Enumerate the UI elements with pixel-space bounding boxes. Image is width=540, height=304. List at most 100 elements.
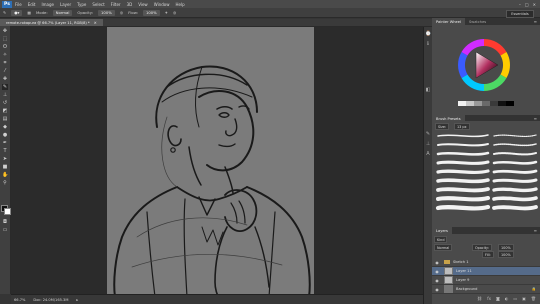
healing-brush-tool-icon[interactable]: ✚ xyxy=(2,76,8,82)
menu-window[interactable]: Window xyxy=(154,2,170,7)
zoom-tool-icon[interactable]: ⚲ xyxy=(2,180,8,186)
tab-painter-wheel[interactable]: Painter Wheel xyxy=(432,18,465,25)
document-canvas[interactable] xyxy=(107,27,314,298)
workspace-select[interactable]: Essentials xyxy=(506,10,534,18)
crop-tool-icon[interactable]: ⌗ xyxy=(2,60,8,66)
pressure-opacity-icon[interactable]: ◎ xyxy=(120,10,123,15)
history-brush-tool-icon[interactable]: ↺ xyxy=(2,100,8,106)
layer-row[interactable]: ◉ Background 🔒 xyxy=(432,285,540,294)
mode-select[interactable]: Normal xyxy=(52,9,73,16)
menu-filter[interactable]: Filter xyxy=(111,2,121,7)
layer-kind-filter[interactable]: Kind xyxy=(434,236,448,243)
brush-panel-toggle-icon[interactable]: ▦ xyxy=(27,10,31,15)
layer-name[interactable]: Layer 11 xyxy=(456,269,472,273)
hand-tool-icon[interactable]: ✋ xyxy=(2,172,8,178)
clone-stamp-tool-icon[interactable]: ⊥ xyxy=(2,92,8,98)
delete-layer-icon[interactable]: 🗑 xyxy=(531,296,536,304)
layer-row[interactable]: ◉ Layer 9 xyxy=(432,276,540,285)
lasso-tool-icon[interactable]: ʘ xyxy=(2,44,8,50)
adjustment-layer-icon[interactable]: ◐ xyxy=(505,296,509,304)
menu-view[interactable]: View xyxy=(138,2,148,7)
add-mask-icon[interactable]: ◙ xyxy=(496,296,500,304)
brush-stroke-list[interactable] xyxy=(432,131,540,231)
new-layer-icon[interactable]: ▣ xyxy=(522,296,526,304)
brush-size-value[interactable]: 13 px xyxy=(454,123,470,130)
history-panel-icon[interactable]: ⌚ xyxy=(425,31,431,37)
visibility-eye-icon[interactable]: ◉ xyxy=(434,278,440,283)
gradient-tool-icon[interactable]: ▤ xyxy=(2,116,8,122)
status-bar: 66.7% Doc: 24.0M/165.3M ▸ xyxy=(11,294,423,304)
menu-image[interactable]: Image xyxy=(41,2,54,7)
menu-3d[interactable]: 3D xyxy=(127,2,133,7)
opacity-label: Opacity: xyxy=(77,10,93,15)
zoom-level[interactable]: 66.7% xyxy=(14,298,25,302)
brush-tool-icon[interactable]: ✎ xyxy=(3,10,6,15)
clone-source-panel-icon[interactable]: ⊥ xyxy=(425,141,431,147)
properties-panel-icon[interactable]: ℹ xyxy=(425,41,431,47)
blur-tool-icon[interactable]: ◆ xyxy=(2,124,8,130)
foreground-background-colors[interactable] xyxy=(1,205,11,215)
layer-opacity-field[interactable]: 100% xyxy=(498,244,514,251)
color-wheel[interactable] xyxy=(432,25,540,115)
status-menu-arrow-icon[interactable]: ▸ xyxy=(76,298,78,302)
close-button[interactable]: ✕ xyxy=(533,2,536,7)
opacity-field[interactable]: 100% xyxy=(98,9,115,16)
blend-mode-select[interactable]: Normal xyxy=(434,244,453,251)
menu-select[interactable]: Select xyxy=(92,2,104,7)
tab-layers[interactable]: Layers xyxy=(432,227,452,234)
panel-menu-icon[interactable]: ≡ xyxy=(534,19,537,24)
marquee-tool-icon[interactable]: ⬚ xyxy=(2,36,8,42)
document-size[interactable]: Doc: 24.0M/165.3M xyxy=(33,298,68,302)
visibility-eye-icon[interactable]: ◉ xyxy=(434,269,440,274)
layer-name[interactable]: Layer 9 xyxy=(456,278,469,282)
shape-tool-icon[interactable]: ■ xyxy=(2,164,8,170)
layer-thumbnail xyxy=(444,276,453,284)
type-tool-icon[interactable]: T xyxy=(2,148,8,154)
brush-panel-icon[interactable]: ✎ xyxy=(425,131,431,137)
minimize-button[interactable]: – xyxy=(519,2,521,7)
brush-size-picker[interactable]: ●▾ xyxy=(11,9,23,16)
character-panel-icon[interactable]: A xyxy=(425,151,431,157)
visibility-eye-icon[interactable]: ◉ xyxy=(434,287,440,292)
right-panels: Painter Wheel Swatches ≡ Brush Presets ≡… xyxy=(432,18,540,304)
menu-edit[interactable]: Edit xyxy=(28,2,36,7)
maximize-button[interactable]: □ xyxy=(525,2,529,7)
layer-name[interactable]: Background xyxy=(456,287,477,291)
layers-panel-menu-icon[interactable]: ≡ xyxy=(534,228,537,233)
layer-style-icon[interactable]: fx xyxy=(487,296,491,304)
menu-help[interactable]: Help xyxy=(175,2,184,7)
layer-name[interactable]: Sketch 1 xyxy=(453,260,469,264)
layer-row[interactable]: ◉ Sketch 1 xyxy=(432,258,540,267)
layer-row[interactable]: ◉ Layer 11 xyxy=(432,267,540,276)
document-tab[interactable]: remote-rokapura @ 66.7% (Layer 11, RGB/8… xyxy=(0,19,103,26)
pressure-size-icon[interactable]: ◎ xyxy=(173,10,176,15)
path-select-tool-icon[interactable]: ➤ xyxy=(2,156,8,162)
menu-file[interactable]: File xyxy=(15,2,22,7)
pen-tool-icon[interactable]: ✒ xyxy=(2,140,8,146)
flow-field[interactable]: 100% xyxy=(142,9,160,16)
airbrush-icon[interactable]: ✈ xyxy=(165,10,168,15)
color-wheel-panel xyxy=(432,25,540,115)
eraser-tool-icon[interactable]: ◩ xyxy=(2,108,8,114)
tab-swatches[interactable]: Swatches xyxy=(465,18,490,25)
close-tab-icon[interactable]: ✕ xyxy=(94,21,97,25)
quick-select-tool-icon[interactable]: ✧ xyxy=(2,52,8,58)
group-folder-icon xyxy=(444,260,450,264)
mode-label: Mode: xyxy=(36,10,48,15)
menu-layer[interactable]: Layer xyxy=(60,2,71,7)
navigator-panel-icon[interactable]: ◧ xyxy=(425,87,431,93)
layer-fill-field[interactable]: 100% xyxy=(498,251,514,258)
link-layers-icon[interactable]: ⛓ xyxy=(477,296,482,304)
dodge-tool-icon[interactable]: ● xyxy=(2,132,8,138)
lock-icon: 🔒 xyxy=(531,287,536,291)
brush-tool-icon[interactable]: ✎ xyxy=(2,84,8,90)
screen-mode-icon[interactable]: ▭ xyxy=(2,227,8,233)
eyedropper-tool-icon[interactable]: ⁄ xyxy=(2,68,8,74)
new-group-icon[interactable]: ▭ xyxy=(513,296,517,304)
move-tool-icon[interactable]: ✥ xyxy=(2,28,8,34)
quick-mask-icon[interactable]: ◘ xyxy=(2,219,8,225)
layers-panel-tabs: Layers ≡ xyxy=(432,227,540,234)
menu-type[interactable]: Type xyxy=(77,2,86,7)
visibility-eye-icon[interactable]: ◉ xyxy=(434,260,440,265)
background-color-swatch[interactable] xyxy=(4,208,11,215)
